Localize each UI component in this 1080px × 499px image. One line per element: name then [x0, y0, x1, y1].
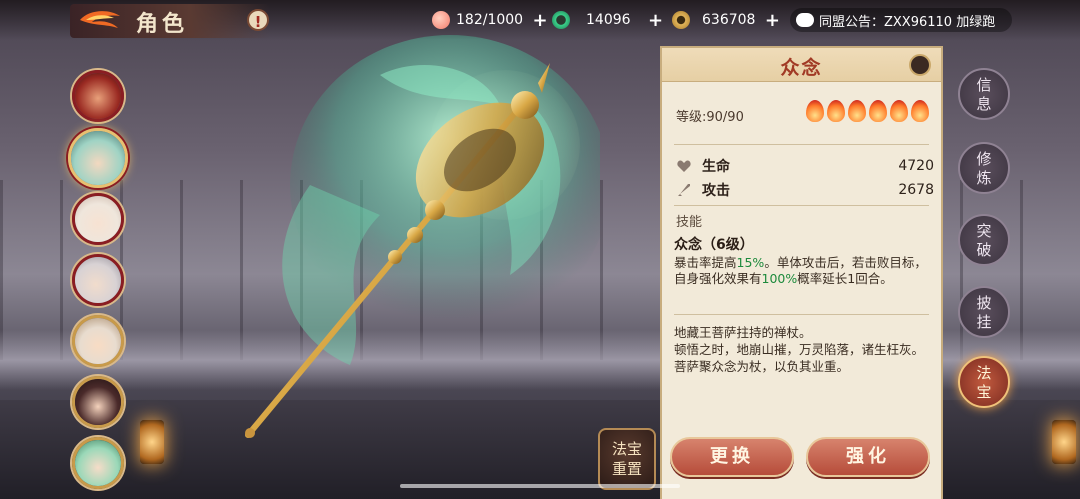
jade-value: 14096	[586, 12, 631, 28]
jade-swirl-icon	[552, 11, 570, 29]
avatar-teal-hair[interactable]	[68, 128, 128, 188]
tab-label: 法	[976, 364, 992, 382]
avatar-silver-hair[interactable]	[72, 254, 124, 306]
stat-value: 2678	[898, 182, 934, 198]
treasure-reset-button[interactable]: 法宝 重置	[598, 428, 656, 490]
star-rating	[806, 100, 929, 122]
peach-icon	[432, 11, 450, 29]
reset-label-line2: 重置	[611, 460, 642, 478]
weapon-artwork	[245, 35, 600, 438]
heart-icon	[677, 160, 691, 172]
divider	[674, 144, 929, 145]
coin-icon	[672, 11, 690, 29]
preview-icon[interactable]	[909, 54, 931, 76]
tab-label: 突	[976, 222, 992, 240]
replace-button[interactable]: 更换	[670, 437, 794, 477]
stat-name: 生命	[702, 159, 730, 175]
tab-label: 披	[976, 294, 992, 312]
tab-label: 炼	[976, 169, 992, 187]
divider	[674, 314, 929, 315]
reset-label-line1: 法宝	[611, 440, 642, 458]
tab-treasure[interactable]: 法 宝	[958, 356, 1010, 408]
flame-star-icon	[869, 100, 887, 122]
panel-title: 众念	[780, 57, 823, 79]
tab-cultivate[interactable]: 修 炼	[958, 142, 1010, 194]
tab-label: 修	[976, 150, 992, 168]
alliance-notice[interactable]: 同盟公告：ZXX96110 加绿跑	[790, 8, 1012, 32]
stat-value: 4720	[898, 158, 934, 174]
coin-resource: 636708 +	[672, 9, 781, 31]
notice-text: 同盟公告：ZXX96110 加绿跑	[819, 14, 996, 30]
home-indicator[interactable]	[400, 484, 680, 488]
flame-star-icon	[806, 100, 824, 122]
avatar-green-hair[interactable]	[72, 437, 124, 489]
flame-logo-icon	[80, 11, 120, 29]
skill-desc-text: 暴击率提高	[674, 255, 737, 270]
avatar-dark-hair[interactable]	[72, 376, 124, 428]
flame-star-icon	[827, 100, 845, 122]
tab-breakthrough[interactable]: 突 破	[958, 214, 1010, 266]
lore-text: 地藏王菩萨拄持的禅杖。 顿悟之时，地崩山摧，万灵陷落，诸生枉灰。菩萨聚众念为杖，…	[674, 325, 925, 374]
tab-label: 挂	[976, 313, 992, 331]
tab-label: 宝	[976, 383, 992, 401]
coin-value: 636708	[702, 12, 756, 28]
add-jade-button[interactable]: +	[647, 10, 665, 31]
stat-row-attack: 攻击 2678	[676, 180, 934, 200]
panel-header: 众念	[662, 48, 941, 82]
flame-star-icon	[848, 100, 866, 122]
chat-bubble-icon	[796, 13, 814, 27]
skills-label: 技能	[676, 215, 703, 230]
flame-star-icon	[890, 100, 908, 122]
skill-highlight: 100%	[761, 271, 798, 286]
avatar-white-hair[interactable]	[72, 193, 124, 245]
add-coin-button[interactable]: +	[763, 10, 781, 31]
skill-desc-text: 概率延长1回合。	[797, 271, 893, 286]
tab-equipment[interactable]: 披 挂	[958, 286, 1010, 338]
lantern-left	[140, 420, 164, 464]
skill-name: 众念（6级）	[674, 237, 754, 253]
avatar-red-demon[interactable]	[72, 70, 124, 122]
lantern-right	[1052, 420, 1076, 464]
avatar-flower-girl[interactable]	[72, 315, 124, 367]
tab-label: 破	[976, 241, 992, 259]
jade-resource: 14096 +	[552, 9, 665, 31]
add-stamina-button[interactable]: +	[531, 10, 549, 31]
tab-label: 息	[976, 95, 992, 113]
divider	[674, 205, 929, 206]
enhance-button[interactable]: 强化	[806, 437, 930, 477]
tab-info[interactable]: 信 息	[958, 68, 1010, 120]
sword-icon	[678, 184, 690, 196]
tab-label: 信	[976, 76, 992, 94]
skill-description: 暴击率提高15%。单体攻击后，若击败目标，自身强化效果有100%概率延长1回合。	[674, 255, 936, 287]
page-title: 角色	[136, 11, 189, 37]
stat-row-hp: 生命 4720	[676, 156, 934, 176]
level-text: 等级:90/90	[676, 110, 744, 125]
stat-name: 攻击	[702, 183, 730, 199]
stamina-resource: 182/1000 +	[432, 9, 549, 31]
alert-button[interactable]: !	[247, 9, 269, 31]
stamina-value: 182/1000	[456, 12, 524, 28]
flame-star-icon	[911, 100, 929, 122]
treasure-info-panel: 众念 等级:90/90 生命 4720 攻击 2678 技能 众念（6级） 暴击…	[660, 46, 943, 499]
skill-highlight: 15%	[736, 255, 765, 270]
